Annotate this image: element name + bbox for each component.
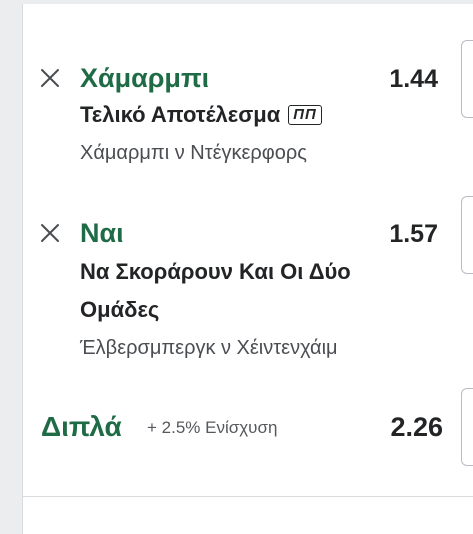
selection-2-market-line-1: Να Σκοράρουν Και Οι Δύο: [80, 259, 351, 284]
selection-1-market-label: Τελικό Αποτέλεσμα: [80, 102, 281, 127]
selection-1-market: Τελικό Αποτέλεσμα ΠΠ: [80, 96, 322, 134]
card-top-edge: [22, 0, 473, 4]
selection-2-pick: Ναι: [80, 218, 124, 248]
selection-1-stake-input[interactable]: [461, 40, 473, 118]
remove-selection-1-close-icon[interactable]: [39, 67, 63, 91]
remove-selection-2-close-icon[interactable]: [39, 222, 63, 246]
double-label: Διπλά: [41, 411, 122, 442]
double-stake-input[interactable]: [461, 388, 473, 466]
section-divider: [22, 496, 473, 497]
selection-2-market-line-2: Ομάδες: [80, 297, 160, 322]
double-odds: 2.26: [390, 412, 443, 442]
selection-1-odds: 1.44: [389, 65, 438, 93]
selection-2-odds: 1.57: [389, 220, 438, 248]
selection-1-pick: Χάμαρμπι: [80, 63, 210, 93]
boost-text: + 2.5% Ενίσχυση: [147, 418, 278, 437]
selection-1-event: Χάμαρμπι ν Ντέγκερφορς: [80, 142, 307, 164]
selection-2-stake-input[interactable]: [461, 196, 473, 274]
pp-badge: ΠΠ: [288, 105, 322, 125]
selection-2-event: Έλβερσμπεργκ ν Χέιντενχάιμ: [80, 337, 338, 359]
